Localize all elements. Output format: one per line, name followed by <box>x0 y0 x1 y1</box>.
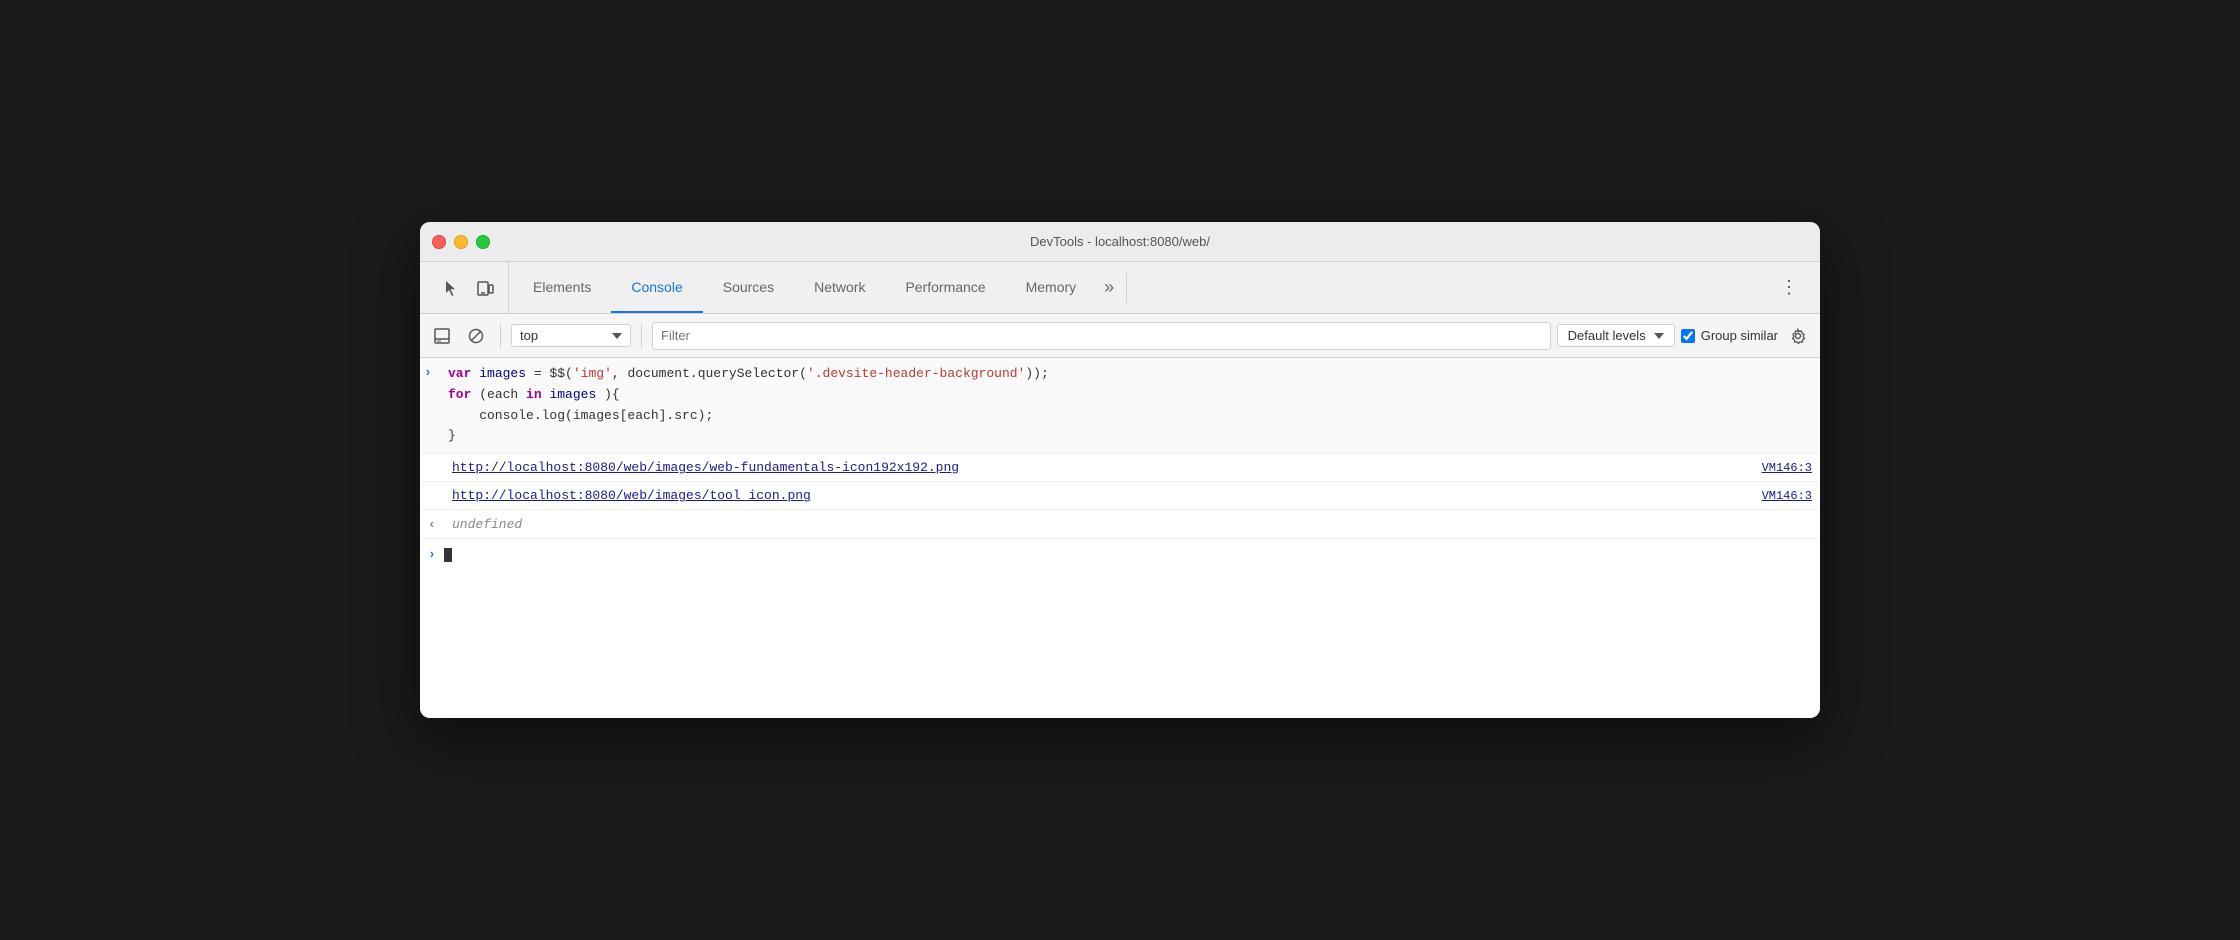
maximize-button[interactable] <box>476 235 490 249</box>
console-undefined-row: ‹ undefined <box>420 510 1820 539</box>
tab-sources[interactable]: Sources <box>703 262 794 313</box>
input-arrow-icon: › <box>424 365 440 380</box>
output-link-2[interactable]: http://localhost:8080/web/images/tool_ic… <box>452 488 811 503</box>
tab-performance[interactable]: Performance <box>885 262 1005 313</box>
var-images-ref: images <box>549 387 596 402</box>
minimize-button[interactable] <box>454 235 468 249</box>
console-settings-button[interactable] <box>1784 322 1812 350</box>
var-images: images <box>479 366 526 381</box>
group-similar-option: Group similar <box>1681 328 1778 343</box>
tab-elements[interactable]: Elements <box>513 262 611 313</box>
console-output-1: http://localhost:8080/web/images/web-fun… <box>420 454 1820 482</box>
toolbar-divider-2 <box>641 324 642 348</box>
clear-console-button[interactable] <box>462 322 490 350</box>
cursor-icon <box>442 279 460 297</box>
tab-bar: Elements Console Sources Network Perform… <box>420 262 1820 314</box>
drawer-icon <box>434 328 450 344</box>
console-content: › var images = $$('img', document.queryS… <box>420 358 1820 718</box>
tab-network[interactable]: Network <box>794 262 885 313</box>
code-line-2: for (each in images ){ <box>448 385 1812 406</box>
input-cursor <box>444 548 452 562</box>
context-selector[interactable]: top <box>511 324 631 347</box>
console-toolbar: top Default levels Group similar <box>420 314 1820 358</box>
gear-icon <box>1790 328 1806 344</box>
log-levels-button[interactable]: Default levels <box>1557 324 1675 347</box>
console-code-entry: › var images = $$('img', document.queryS… <box>420 358 1820 454</box>
keyword-in: in <box>526 387 542 402</box>
output-arrow-icon: ‹ <box>428 517 444 532</box>
group-similar-checkbox[interactable] <box>1681 329 1695 343</box>
title-bar: DevTools - localhost:8080/web/ <box>420 222 1820 262</box>
devtools-window: DevTools - localhost:8080/web/ Elements … <box>420 222 1820 718</box>
tab-bar-icons <box>428 262 509 313</box>
filter-input[interactable] <box>652 322 1551 350</box>
clear-icon <box>468 328 484 344</box>
undefined-value: undefined <box>452 517 522 532</box>
close-button[interactable] <box>432 235 446 249</box>
tab-memory[interactable]: Memory <box>1006 262 1097 313</box>
group-similar-label: Group similar <box>1701 328 1778 343</box>
code-line-3: console.log(images[each].src); <box>448 406 1812 427</box>
keyword-for: for <box>448 387 471 402</box>
toolbar-divider-1 <box>500 324 501 348</box>
levels-dropdown-icon <box>1654 333 1664 339</box>
dropdown-arrow-icon <box>612 333 622 339</box>
cursor-tool-button[interactable] <box>436 273 466 303</box>
device-icon <box>476 279 494 297</box>
line-ref-1[interactable]: VM146:3 <box>1742 461 1812 475</box>
line-ref-2[interactable]: VM146:3 <box>1742 489 1812 503</box>
output-link-1[interactable]: http://localhost:8080/web/images/web-fun… <box>452 460 959 475</box>
console-output-2: http://localhost:8080/web/images/tool_ic… <box>420 482 1820 510</box>
code-block-content: var images = $$('img', document.querySel… <box>448 364 1812 447</box>
string-selector: '.devsite-header-background' <box>807 366 1025 381</box>
code-line-1: var images = $$('img', document.querySel… <box>448 364 1812 385</box>
keyword-var: var <box>448 366 471 381</box>
tab-console[interactable]: Console <box>611 262 702 313</box>
device-toolbar-button[interactable] <box>470 273 500 303</box>
tab-bar-divider <box>1126 273 1127 303</box>
string-img: 'img' <box>573 366 612 381</box>
more-tabs-button[interactable]: » <box>1096 262 1122 313</box>
console-input-row[interactable]: › <box>420 539 1820 570</box>
show-drawer-button[interactable] <box>428 322 456 350</box>
input-prompt-icon: › <box>428 547 436 562</box>
devtools-menu-button[interactable]: ⋮ <box>1774 273 1804 303</box>
window-title: DevTools - localhost:8080/web/ <box>1030 234 1210 249</box>
code-line-4: } <box>448 426 1812 447</box>
tab-menu: ⋮ <box>1766 262 1812 313</box>
traffic-lights <box>432 235 490 249</box>
